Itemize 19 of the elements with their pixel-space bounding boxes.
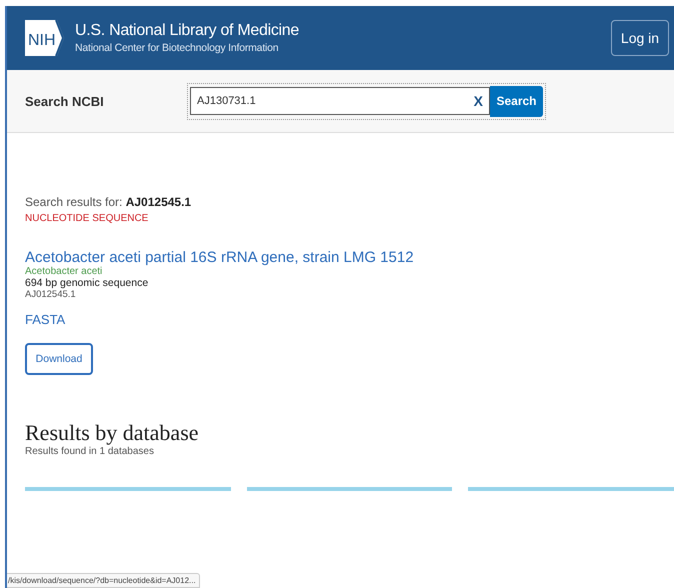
section-heading: Results by database [25,420,200,446]
organism-name: Acetobacter aceti [25,266,104,277]
category-label: NUCLEOTIDE SEQUENCE [25,213,150,224]
sequence-description: 694 bp genomic sequence [25,277,150,289]
clear-button[interactable]: X [474,93,483,109]
site-subtitle: National Center for Biotechnology Information [75,42,280,54]
format-link[interactable]: FASTA [25,312,674,327]
search-button[interactable]: Search [490,86,543,116]
search-field[interactable]: AJ130731.1 X [190,87,490,115]
result-title-link[interactable]: Acetobacter aceti partial 16S rRNA gene, strain LMG 1512 [25,249,674,266]
site-title: U.S. National Library of Medicine [75,22,299,40]
search-label: Search NCBI [25,94,105,108]
results-count: Results found in 1 databases [25,446,155,457]
login-button[interactable]: Log in [611,20,669,56]
status-url: /kis/download/sequence/?db=nucleotide&id=AJ012... [7,573,200,588]
nih-logo[interactable]: NIH [25,20,65,56]
accession-number: AJ012545.1 [25,289,77,300]
search-results-summary: Search results for: AJ012545.1 [25,195,192,211]
download-button[interactable]: Download [25,343,93,375]
